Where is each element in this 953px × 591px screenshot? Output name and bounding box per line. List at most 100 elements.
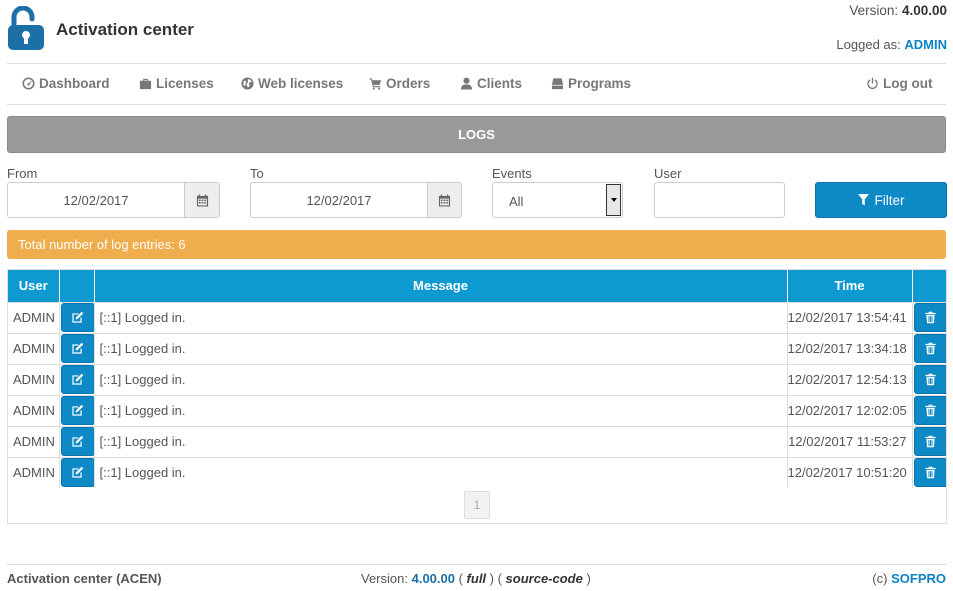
col-user[interactable]: User — [8, 270, 60, 302]
filter-button-label: Filter — [874, 192, 905, 208]
dashboard-icon — [22, 77, 35, 90]
from-label: From — [7, 166, 38, 181]
nav-licenses-label: Licenses — [156, 76, 214, 91]
table-row: ADMIN [::1] Logged in. 12/02/2017 13:54:41 — [8, 301, 946, 333]
delete-button[interactable] — [913, 365, 946, 394]
app-title: Activation center — [56, 20, 194, 39]
nav-programs[interactable]: Programs — [551, 76, 631, 91]
app-footer: Activation center (ACEN) Version: 4.00.0… — [7, 564, 946, 591]
filter-button[interactable]: Filter — [815, 182, 947, 218]
nav-orders[interactable]: Orders — [369, 76, 430, 91]
to-calendar-button[interactable] — [427, 183, 461, 217]
edit-icon — [72, 373, 84, 385]
chevron-down-icon[interactable] — [606, 184, 621, 216]
edit-button[interactable] — [60, 365, 93, 394]
app-header: Activation center Version: 4.00.00 Logge… — [0, 0, 953, 64]
events-select[interactable]: All — [492, 182, 623, 218]
edit-icon — [72, 311, 84, 323]
nav-dashboard-label: Dashboard — [39, 76, 110, 91]
row-edit-cell — [59, 363, 95, 395]
row-time: 12/02/2017 10:51:20 — [787, 456, 913, 488]
edit-icon — [72, 435, 84, 447]
footer-copyright: (c) SOFPRO — [872, 571, 946, 586]
row-user: ADMIN — [8, 425, 60, 457]
footer-version: Version: 4.00.00 ( full ) ( source-code … — [361, 571, 591, 586]
trash-icon — [925, 435, 936, 448]
user-icon — [460, 77, 473, 90]
trash-icon — [925, 404, 936, 417]
edit-button[interactable] — [60, 458, 93, 488]
row-delete-cell — [912, 394, 946, 426]
trash-icon — [925, 342, 936, 355]
version-info: Version: 4.00.00 — [849, 3, 947, 18]
footer-company[interactable]: SOFPRO — [891, 571, 946, 586]
delete-button[interactable] — [913, 396, 946, 425]
col-message[interactable]: Message — [94, 270, 788, 302]
calendar-icon — [438, 193, 451, 207]
edit-button[interactable] — [60, 396, 93, 425]
row-edit-cell — [59, 332, 95, 364]
logout-button[interactable]: Log out — [866, 76, 932, 91]
to-date-group — [250, 182, 462, 218]
edit-button[interactable] — [60, 303, 93, 332]
from-date-input[interactable] — [8, 183, 184, 217]
table-row: ADMIN [::1] Logged in. 12/02/2017 12:02:05 — [8, 394, 946, 426]
trash-icon — [925, 311, 936, 324]
nav-web-licenses[interactable]: Web licenses — [241, 76, 343, 91]
row-time: 12/02/2017 12:54:13 — [787, 363, 913, 395]
nav-dashboard[interactable]: Dashboard — [22, 76, 110, 91]
delete-button[interactable] — [913, 303, 946, 332]
version-label: Version: — [849, 3, 899, 18]
footer-app-name: Activation center (ACEN) — [7, 571, 162, 586]
table-row: ADMIN [::1] Logged in. 12/02/2017 11:53:27 — [8, 425, 946, 457]
nav-clients[interactable]: Clients — [460, 76, 522, 91]
nav-web-licenses-label: Web licenses — [258, 76, 344, 91]
row-delete-cell — [912, 332, 946, 364]
row-delete-cell — [912, 456, 946, 488]
page-title: LOGS — [7, 116, 946, 153]
delete-button[interactable] — [913, 427, 946, 456]
events-label: Events — [492, 166, 532, 181]
col-time[interactable]: Time — [787, 270, 913, 302]
col-edit — [59, 270, 95, 302]
nav-programs-label: Programs — [568, 76, 632, 91]
power-icon — [867, 77, 878, 90]
briefcase-icon — [139, 78, 152, 90]
row-message: [::1] Logged in. — [94, 394, 788, 426]
pagination-page-1[interactable]: 1 — [464, 491, 490, 519]
edit-button[interactable] — [60, 427, 93, 456]
trash-icon — [925, 373, 936, 386]
trash-icon — [925, 466, 936, 479]
hdd-icon — [551, 78, 564, 90]
row-edit-cell — [59, 456, 95, 488]
row-user: ADMIN — [8, 363, 60, 395]
cart-icon — [369, 78, 382, 90]
user-filter-label: User — [654, 166, 682, 181]
main-nav: Dashboard Licenses Web licenses Orders C… — [7, 63, 946, 105]
row-message: [::1] Logged in. — [94, 301, 788, 333]
row-user: ADMIN — [8, 301, 60, 333]
row-message: [::1] Logged in. — [94, 363, 788, 395]
to-date-input[interactable] — [251, 183, 427, 217]
footer-copyright-symbol: (c) — [872, 571, 888, 586]
delete-button[interactable] — [913, 334, 946, 363]
row-user: ADMIN — [8, 394, 60, 426]
row-user: ADMIN — [8, 456, 60, 488]
user-filter-input[interactable] — [654, 182, 785, 218]
unlock-logo-icon — [8, 6, 44, 50]
edit-icon — [72, 466, 84, 478]
edit-icon — [72, 342, 84, 354]
events-selected-value: All — [509, 194, 524, 209]
row-edit-cell — [59, 301, 95, 333]
edit-button[interactable] — [60, 334, 93, 363]
logged-user[interactable]: ADMIN — [904, 37, 947, 52]
globe-icon — [241, 77, 254, 90]
funnel-icon — [857, 194, 869, 206]
col-delete — [912, 270, 946, 302]
table-row: ADMIN [::1] Logged in. 12/02/2017 13:34:18 — [8, 332, 946, 364]
delete-button[interactable] — [913, 458, 946, 488]
row-edit-cell — [59, 425, 95, 457]
row-message: [::1] Logged in. — [94, 456, 788, 488]
nav-licenses[interactable]: Licenses — [139, 76, 214, 91]
from-calendar-button[interactable] — [184, 183, 219, 217]
